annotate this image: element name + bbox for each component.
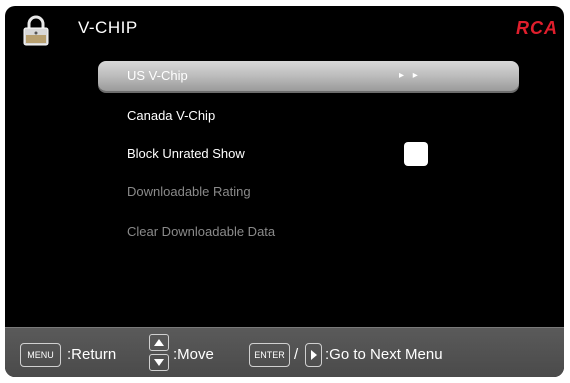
key-separator: / [294, 346, 299, 363]
menu-item-label: US V-Chip [127, 68, 188, 83]
menu-key: MENU [20, 343, 61, 367]
menu-item-label: Downloadable Rating [127, 184, 251, 199]
menu-item-canada-vchip[interactable]: Canada V-Chip [98, 101, 519, 131]
arrow-right-icon [305, 343, 322, 367]
menu-item-label: Canada V-Chip [127, 108, 216, 123]
enter-key: ENTER [249, 343, 290, 367]
arrow-up-icon [149, 334, 169, 351]
lock-icon [23, 15, 49, 46]
move-label: :Move [173, 346, 214, 363]
footer-help-bar: MENU :Return :Move ENTER / :Go to Next M… [5, 327, 564, 377]
menu-item-downloadable-rating: Downloadable Rating [98, 177, 519, 207]
return-label: :Return [67, 346, 117, 363]
up-down-keys [149, 334, 169, 371]
menu-item-us-vchip[interactable]: US V-Chip ▸ ▸ [98, 61, 519, 91]
next-menu-label: :Go to Next Menu [325, 346, 443, 363]
header: V-CHIP RCA [5, 6, 564, 51]
menu-item-label: Block Unrated Show [127, 146, 245, 161]
menu-item-label: Clear Downloadable Data [127, 224, 276, 239]
vchip-screen: V-CHIP RCA US V-Chip ▸ ▸ Canada V-Chip B… [5, 6, 564, 377]
submenu-arrows-icon: ▸ ▸ [399, 70, 421, 81]
brand-logo: RCA [516, 18, 558, 38]
menu-item-clear-downloadable-data: Clear Downloadable Data [98, 217, 519, 247]
page-title: V-CHIP [78, 18, 138, 37]
menu-item-block-unrated-show[interactable]: Block Unrated Show [98, 139, 519, 169]
arrow-down-icon [149, 354, 169, 371]
block-unrated-checkbox[interactable] [404, 142, 428, 166]
